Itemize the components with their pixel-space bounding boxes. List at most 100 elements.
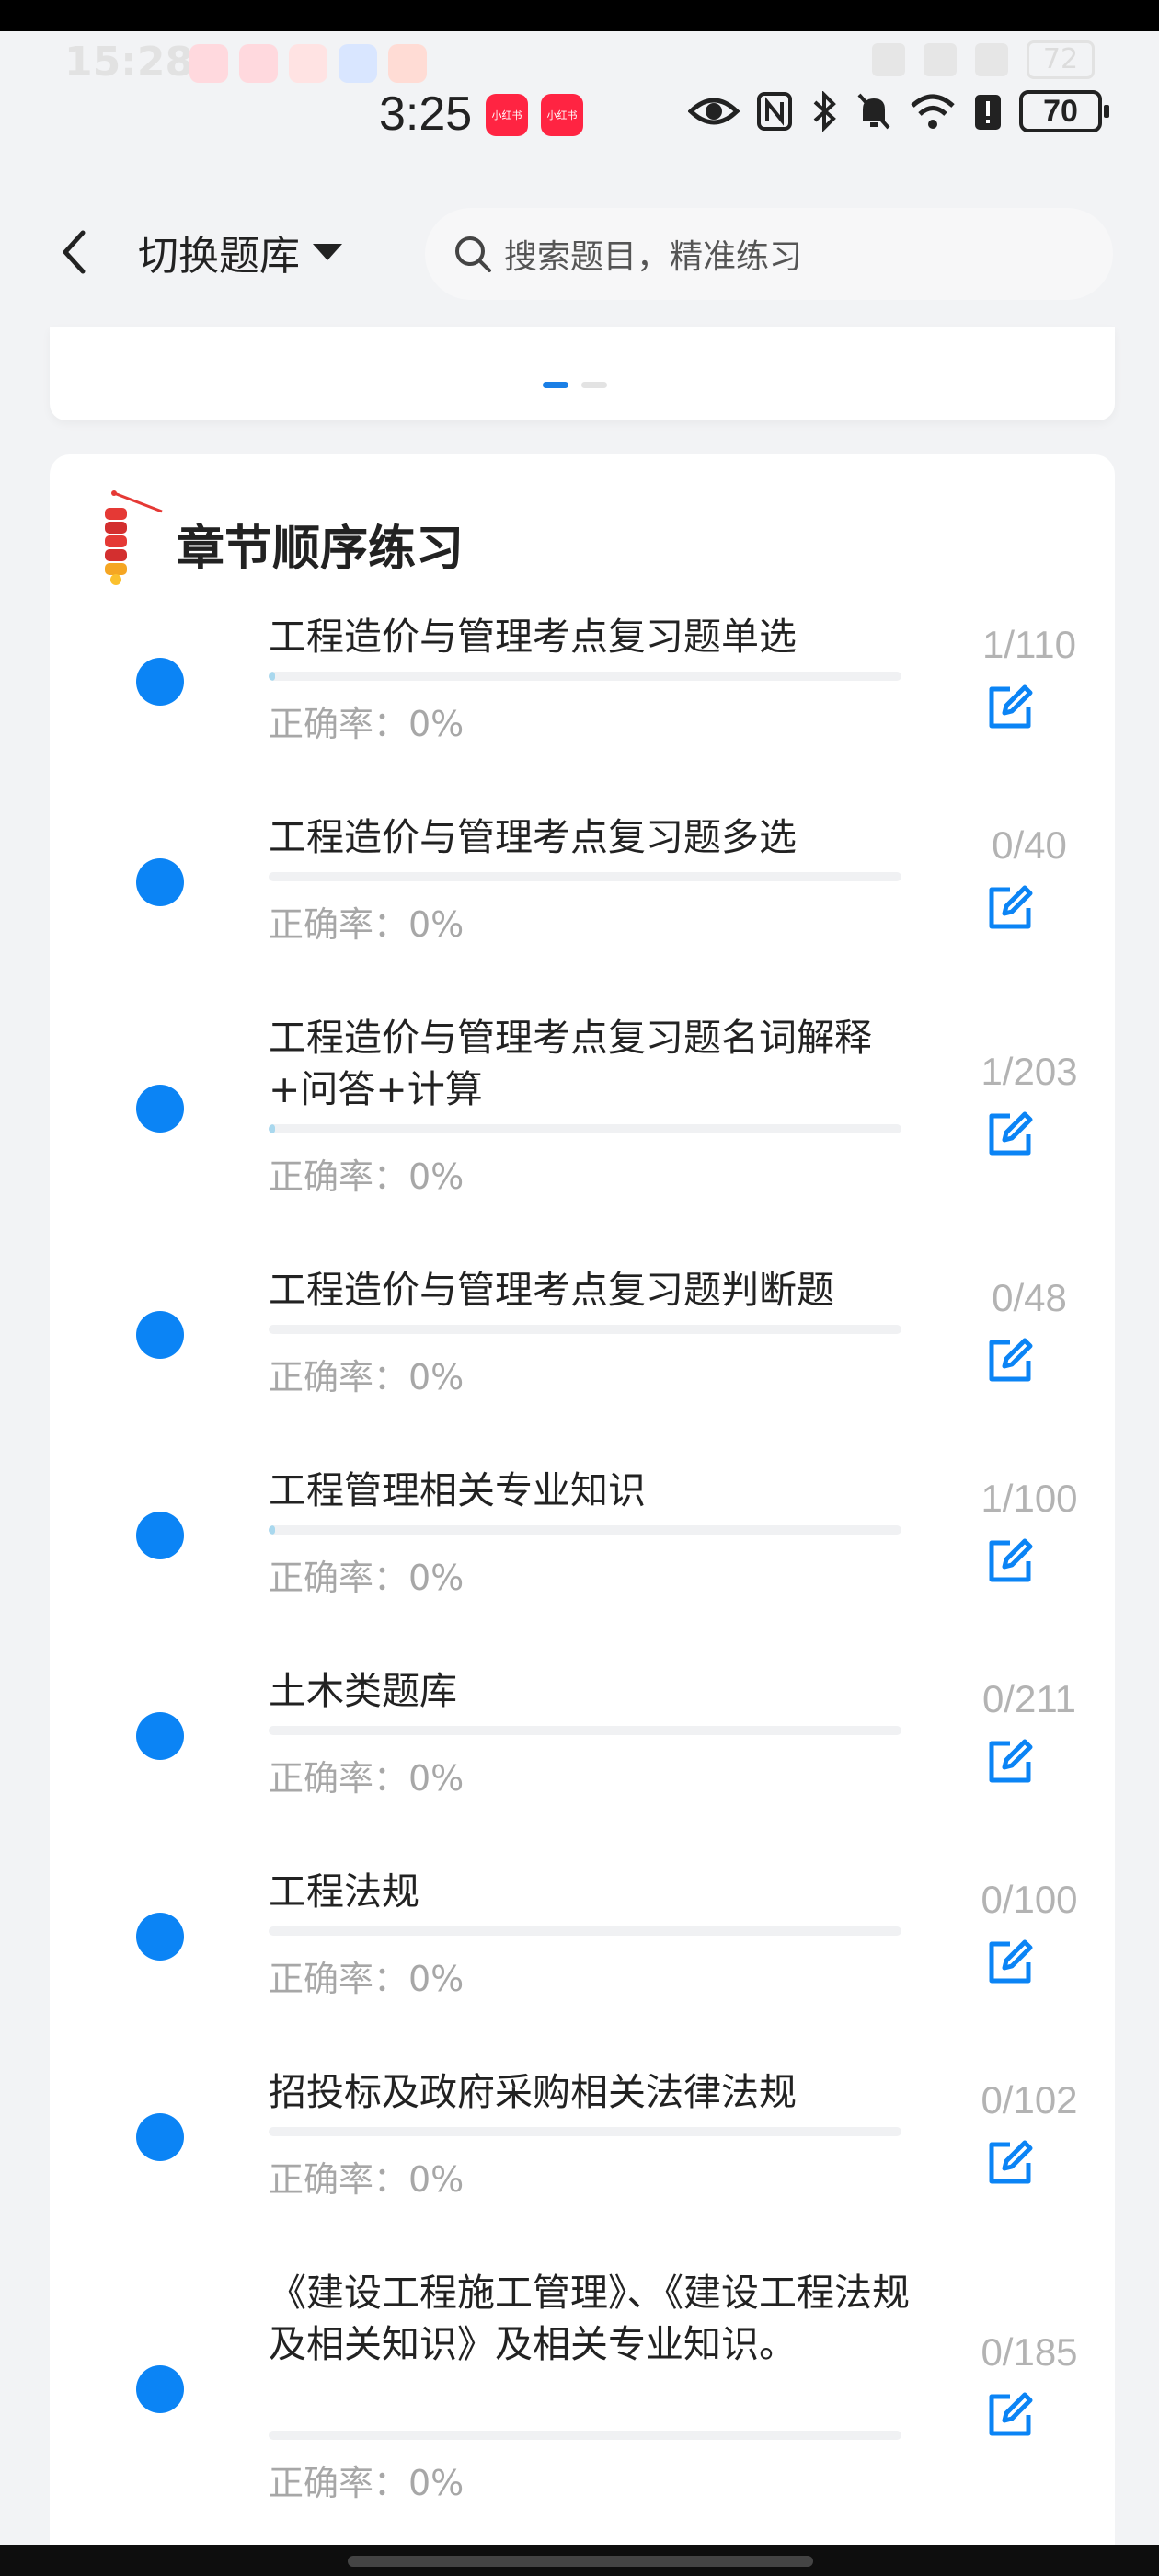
switch-question-bank-label: 切换题库 xyxy=(138,233,300,280)
edit-practice-icon[interactable] xyxy=(982,1734,1038,1789)
chapter-title: 工程造价与管理考点复习题判断题 xyxy=(269,1268,834,1312)
search-icon xyxy=(455,236,491,272)
chapter-progress-fill xyxy=(269,672,275,681)
status-app-icons: 小红书 小红书 xyxy=(486,94,583,136)
chapter-title: 工程造价与管理考点复习题单选 xyxy=(269,615,797,659)
banner-card[interactable] xyxy=(50,327,1115,420)
home-indicator[interactable] xyxy=(348,2556,813,2567)
mute-bell-icon xyxy=(857,93,890,130)
chapter-progress-bar xyxy=(269,672,901,681)
chapter-accuracy: 正确率：0% xyxy=(269,2463,465,2503)
chapter-count: 1/100 xyxy=(981,1477,1078,1520)
chapter-row[interactable]: 工程造价与管理考点复习题判断题正确率：0% 0/48 xyxy=(50,1264,1115,1397)
bluetooth-icon xyxy=(813,91,836,132)
chapter-row[interactable]: 工程管理相关专业知识正确率：0% 1/100 xyxy=(50,1465,1115,1598)
ghost-icon xyxy=(975,43,1008,76)
gesture-bar xyxy=(0,2545,1159,2576)
eye-icon xyxy=(688,98,740,125)
chapter-status-dot xyxy=(136,1712,184,1760)
chapter-count: 1/203 xyxy=(981,1050,1078,1093)
carousel-dot xyxy=(581,382,607,388)
chapter-progress-bar xyxy=(269,1124,901,1133)
status-bar: 3:25 小红书 小红书 70 xyxy=(0,83,1159,149)
edit-practice-icon[interactable] xyxy=(982,880,1038,936)
edit-practice-icon[interactable] xyxy=(982,1534,1038,1589)
carousel-dot-active xyxy=(543,382,568,388)
edit-practice-icon[interactable] xyxy=(982,680,1038,735)
chapter-accuracy: 正确率：0% xyxy=(269,704,465,744)
chapter-progress-bar xyxy=(269,872,901,881)
edit-practice-icon[interactable] xyxy=(982,1935,1038,1990)
top-black-strip xyxy=(0,0,1159,31)
alert-icon xyxy=(975,95,1001,130)
chapter-progress-bar xyxy=(269,1325,901,1334)
chapter-row[interactable]: 工程造价与管理考点复习题多选 正确率：0% 0/40 xyxy=(50,811,1115,945)
ghost-app-icons xyxy=(189,44,427,83)
chapter-status-dot xyxy=(136,658,184,706)
chapter-accuracy: 正确率：0% xyxy=(269,1357,465,1397)
edit-practice-icon[interactable] xyxy=(982,1333,1038,1388)
ghost-icon xyxy=(872,43,905,76)
chapter-accuracy: 正确率：0% xyxy=(269,904,465,945)
chapter-status-dot xyxy=(136,1311,184,1359)
chapter-accuracy: 正确率：0% xyxy=(269,1156,465,1197)
ghost-app-icon xyxy=(388,44,427,83)
chapter-row[interactable]: 工程法规 正确率：0% 0/100 xyxy=(50,1866,1115,1999)
chapter-status-dot xyxy=(136,858,184,906)
xiaohongshu-app-icon: 小红书 xyxy=(486,94,528,136)
ghost-app-icon xyxy=(339,44,377,83)
chapter-status-dot xyxy=(136,1085,184,1133)
xiaohongshu-app-icon: 小红书 xyxy=(541,94,583,136)
battery-indicator: 70 xyxy=(1019,90,1109,132)
chapter-row[interactable]: 工程造价与管理考点复习题名词解释+问答+计算正确率：0% 1/203 xyxy=(50,1012,1115,1197)
ghost-icon xyxy=(924,43,957,76)
chapter-section-header: 章节顺序练习 xyxy=(96,488,464,589)
chapter-title: 招投标及政府采购相关法律法规 xyxy=(269,2070,797,2114)
chapter-count: 0/185 xyxy=(981,2330,1078,2374)
chapter-row[interactable]: 《建设工程施工管理》、《建设工程法规及相关知识》及相关专业知识。 正确率：0% 0/… xyxy=(50,2267,1115,2503)
chapter-title: 工程造价与管理考点复习题多选 xyxy=(269,815,797,859)
nfc-icon xyxy=(757,92,792,131)
chapter-status-dot xyxy=(136,2113,184,2161)
ghost-battery: 72 xyxy=(1027,40,1095,79)
switch-question-bank-button[interactable]: 切换题库 xyxy=(138,224,342,280)
chevron-left-icon xyxy=(63,230,86,274)
search-placeholder: 搜索题目，精准练习 xyxy=(504,238,803,276)
chapter-row[interactable]: 工程造价与管理考点复习题单选正确率：0% 1/110 xyxy=(50,611,1115,744)
chapter-count: 0/211 xyxy=(982,1677,1076,1720)
chapter-title: 工程造价与管理考点复习题名词解释+问答+计算 xyxy=(269,1016,872,1111)
header: 切换题库 搜索题目，精准练习 xyxy=(0,191,1159,315)
back-button[interactable] xyxy=(46,224,101,280)
chapter-progress-bar xyxy=(269,1926,901,1936)
chapter-title: 工程管理相关专业知识 xyxy=(269,1468,646,1512)
chapter-count: 0/40 xyxy=(992,823,1067,867)
chapter-row[interactable]: 土木类题库 正确率：0% 0/211 xyxy=(50,1665,1115,1799)
chapter-progress-bar xyxy=(269,1525,901,1535)
chapter-count: 1/110 xyxy=(982,623,1076,666)
chapter-row[interactable]: 招投标及政府采购相关法律法规 正确率：0% 0/102 xyxy=(50,2066,1115,2200)
chapter-accuracy: 正确率：0% xyxy=(269,1558,465,1598)
chapter-practice-card: 章节顺序练习 工程造价与管理考点复习题单选 正确率：0% 1/110 工程造价与管理考… xyxy=(50,454,1115,2576)
chapter-accuracy: 正确率：0% xyxy=(269,1959,465,1999)
chapter-title: 工程法规 xyxy=(269,1869,419,1914)
ghost-app-icon xyxy=(189,44,228,83)
chapter-progress-fill xyxy=(269,1525,275,1535)
chapter-accuracy: 正确率：0% xyxy=(269,1758,465,1799)
chapter-count: 0/48 xyxy=(992,1276,1067,1319)
ghost-app-icon xyxy=(289,44,327,83)
carousel-indicator xyxy=(543,382,607,388)
status-icons: 70 xyxy=(688,90,1109,132)
search-input[interactable]: 搜索题目，精准练习 xyxy=(425,208,1113,300)
chapter-progress-bar xyxy=(269,2431,901,2440)
ghost-app-icon xyxy=(239,44,278,83)
chapter-progress-bar xyxy=(269,2127,901,2136)
edit-practice-icon[interactable] xyxy=(982,1107,1038,1162)
edit-practice-icon[interactable] xyxy=(982,2135,1038,2191)
chapter-accuracy: 正确率：0% xyxy=(269,2159,465,2200)
wifi-icon xyxy=(911,94,955,129)
chapter-section-title: 章节顺序练习 xyxy=(177,521,465,577)
edit-practice-icon[interactable] xyxy=(982,2387,1038,2443)
chapter-status-dot xyxy=(136,1913,184,1961)
ghost-status-icons: 72 xyxy=(872,40,1095,79)
status-time: 3:25 xyxy=(379,87,473,141)
